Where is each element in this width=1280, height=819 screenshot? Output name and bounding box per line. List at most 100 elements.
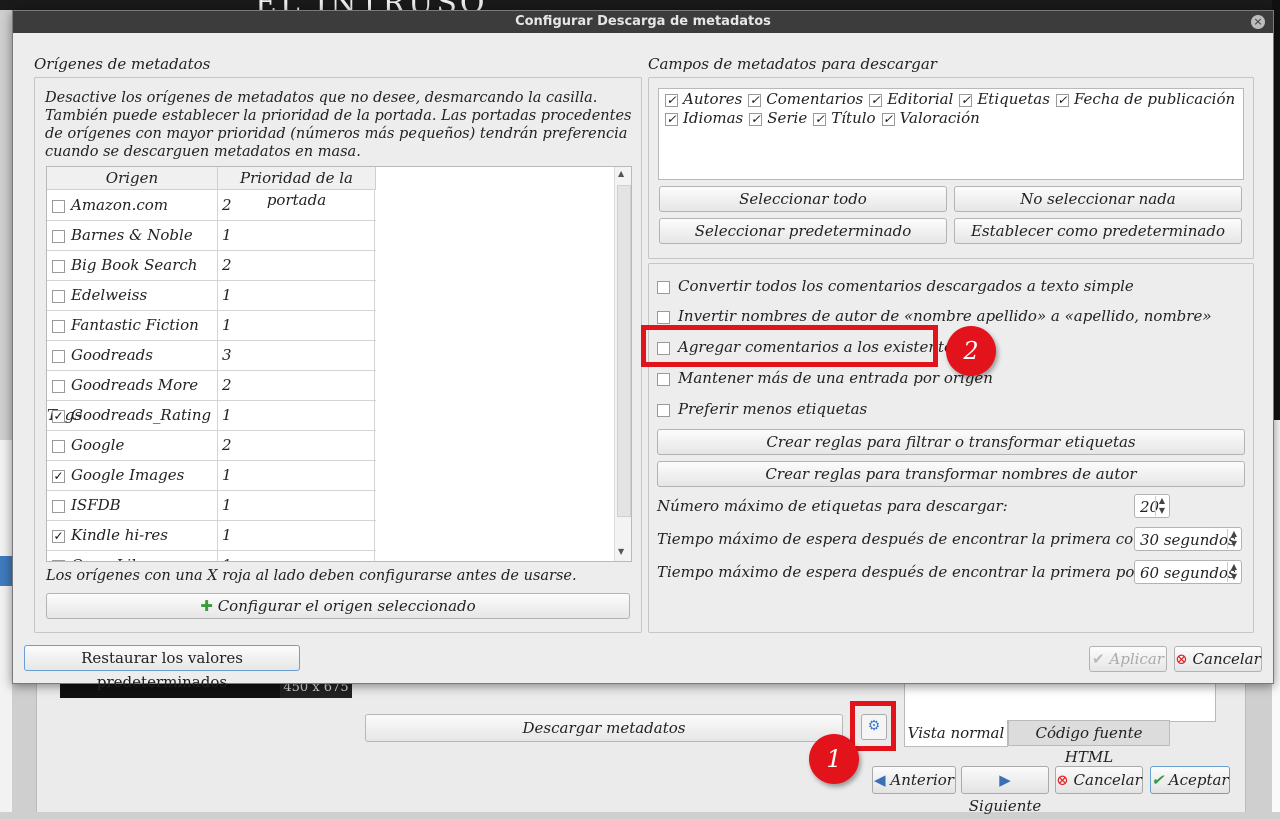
source-priority-cell[interactable]: 2: [218, 430, 375, 460]
spin-arrows-icon[interactable]: ▲ ▼: [1155, 496, 1168, 516]
table-row[interactable]: Goodreads More Tags2: [47, 370, 376, 424]
source-checkbox[interactable]: [52, 289, 65, 303]
source-name-cell[interactable]: Goodreads More Tags: [47, 370, 218, 424]
option-checkbox[interactable]: [657, 372, 670, 386]
source-name-cell[interactable]: Goodreads: [47, 340, 218, 370]
source-name-cell[interactable]: ISFDB: [47, 490, 218, 520]
source-checkbox[interactable]: [52, 349, 65, 363]
table-row[interactable]: Edelweiss 1: [47, 280, 376, 311]
option-prefer-fewer-tags[interactable]: Preferir menos etiquetas: [657, 397, 867, 421]
source-checkbox[interactable]: [52, 439, 65, 453]
previous-button[interactable]: ◀ Anterior: [872, 766, 956, 794]
field-checkbox[interactable]: ✓: [959, 93, 973, 107]
source-name-cell[interactable]: Open Library: [47, 550, 218, 561]
source-name-cell[interactable]: Fantastic Fiction: [47, 310, 218, 340]
table-row[interactable]: ISFDB 1: [47, 490, 376, 521]
column-header-priority[interactable]: Prioridad de la portada: [218, 167, 376, 209]
select-all-button[interactable]: Seleccionar todo: [659, 186, 947, 212]
source-checkbox[interactable]: [52, 499, 65, 513]
field-checkbox-item[interactable]: ✓ Fecha de publicación: [1055, 90, 1235, 109]
table-row[interactable]: ✓ Google Images 1: [47, 460, 376, 491]
source-name-cell[interactable]: Google: [47, 430, 218, 460]
scroll-up-icon[interactable]: ▲: [618, 169, 624, 178]
sources-table[interactable]: Origen Prioridad de la portada Amazon.co…: [46, 166, 632, 562]
select-default-button[interactable]: Seleccionar predeterminado: [659, 218, 947, 244]
source-checkbox[interactable]: [52, 319, 65, 333]
option-checkbox[interactable]: [657, 310, 670, 324]
source-priority-cell[interactable]: 1: [218, 280, 375, 310]
tag-rules-button[interactable]: Crear reglas para filtrar o transformar …: [657, 429, 1245, 455]
next-button[interactable]: ▶ Siguiente: [961, 766, 1049, 815]
source-name-cell[interactable]: Amazon.com: [47, 190, 218, 220]
spin-arrows-icon[interactable]: ▲ ▼: [1227, 529, 1240, 549]
accept-button[interactable]: ✔ Aceptar: [1150, 766, 1230, 794]
table-row[interactable]: Barnes & Noble 1: [47, 220, 376, 251]
set-default-button[interactable]: Establecer como predeterminado: [954, 218, 1242, 244]
source-checkbox[interactable]: ✓: [52, 469, 65, 483]
source-priority-cell[interactable]: 1: [218, 550, 375, 561]
max-tags-spinbox[interactable]: 20 ▲ ▼: [1134, 494, 1170, 518]
source-priority-cell[interactable]: 1: [218, 520, 375, 550]
source-checkbox[interactable]: [52, 559, 65, 561]
option-plain-text-comments[interactable]: Convertir todos los comentarios descarga…: [657, 274, 1134, 298]
field-checkbox-item[interactable]: ✓ Idiomas: [665, 109, 743, 128]
scroll-down-icon[interactable]: ▼: [618, 547, 624, 556]
source-priority-cell[interactable]: 1: [218, 310, 375, 340]
source-name-cell[interactable]: ✓Kindle hi-res covers: [47, 520, 218, 561]
close-icon[interactable]: ×: [1251, 15, 1265, 29]
field-checkbox[interactable]: ✓: [665, 112, 678, 126]
field-checkbox-item[interactable]: ✓ Título: [813, 109, 876, 128]
source-name-cell[interactable]: Big Book Search: [47, 250, 218, 280]
source-checkbox[interactable]: [52, 379, 65, 393]
field-checkbox[interactable]: ✓: [749, 112, 763, 126]
table-row[interactable]: Fantastic Fiction 1: [47, 310, 376, 341]
option-checkbox[interactable]: [657, 403, 670, 417]
source-priority-cell[interactable]: 1: [218, 490, 375, 520]
column-header-origin[interactable]: Origen: [47, 167, 218, 190]
table-row[interactable]: ✓Kindle hi-res covers1: [47, 520, 376, 561]
source-checkbox[interactable]: [52, 259, 65, 273]
source-priority-cell[interactable]: 1: [218, 400, 375, 430]
sources-scrollbar[interactable]: ▲ ▼: [614, 167, 631, 561]
source-checkbox[interactable]: [52, 199, 65, 213]
tab-normal-view[interactable]: Vista normal: [904, 720, 1008, 747]
restore-defaults-button[interactable]: Restaurar los valores predeterminados: [24, 645, 300, 691]
field-checkbox[interactable]: ✓: [881, 112, 895, 126]
source-checkbox[interactable]: ✓: [52, 529, 65, 543]
tab-html-source[interactable]: Código fuente HTML: [1008, 720, 1170, 766]
download-metadata-button[interactable]: Descargar metadatos: [365, 714, 843, 742]
fields-list[interactable]: ✓ Autores ✓ Comentarios ✓ Editorial ✓ Etiquetas…: [658, 88, 1244, 180]
field-checkbox-item[interactable]: ✓ Etiquetas: [959, 90, 1050, 109]
source-name-cell[interactable]: ✓ Google Images: [47, 460, 218, 490]
field-checkbox-item[interactable]: ✓ Valoración: [881, 109, 980, 128]
source-checkbox[interactable]: ✓: [52, 409, 65, 423]
select-none-button[interactable]: No seleccionar nada: [954, 186, 1242, 212]
table-row[interactable]: Goodreads 3: [47, 340, 376, 371]
field-checkbox[interactable]: ✓: [813, 112, 827, 126]
source-checkbox[interactable]: [52, 229, 65, 243]
configure-source-button[interactable]: ✚ Configurar el origen seleccionado: [46, 593, 630, 619]
field-checkbox[interactable]: ✓: [748, 93, 762, 107]
source-name-cell[interactable]: Barnes & Noble: [47, 220, 218, 250]
source-name-cell[interactable]: ✓ Goodreads_Rating: [47, 400, 218, 430]
table-row[interactable]: Amazon.com 2: [47, 190, 376, 221]
field-checkbox-item[interactable]: ✓ Editorial: [869, 90, 953, 109]
scrollbar-thumb[interactable]: [617, 185, 631, 517]
wait-first-match-spinbox[interactable]: 30 segundos ▲ ▼: [1134, 527, 1242, 551]
table-row[interactable]: ✓ Goodreads_Rating 1: [47, 400, 376, 431]
table-row[interactable]: Big Book Search 2: [47, 250, 376, 281]
background-cancel-button[interactable]: ⊗ Cancelar: [1055, 766, 1143, 794]
option-keep-multiple-entries[interactable]: Mantener más de una entrada por origen: [657, 366, 993, 390]
option-checkbox[interactable]: [657, 280, 670, 294]
cancel-button[interactable]: ⊗ Cancelar: [1174, 646, 1262, 672]
author-rules-button[interactable]: Crear reglas para transformar nombres de…: [657, 461, 1245, 487]
field-checkbox[interactable]: ✓: [1055, 93, 1069, 107]
comments-editor[interactable]: [904, 678, 1216, 722]
source-priority-cell[interactable]: 1: [218, 460, 375, 490]
source-priority-cell[interactable]: 2: [218, 370, 375, 400]
source-priority-cell[interactable]: 2: [218, 250, 375, 280]
wait-first-cover-spinbox[interactable]: 60 segundos ▲ ▼: [1134, 560, 1242, 584]
apply-button[interactable]: ✔ Aplicar: [1089, 646, 1167, 672]
spin-arrows-icon[interactable]: ▲ ▼: [1227, 562, 1240, 582]
source-priority-cell[interactable]: 2: [218, 190, 375, 220]
